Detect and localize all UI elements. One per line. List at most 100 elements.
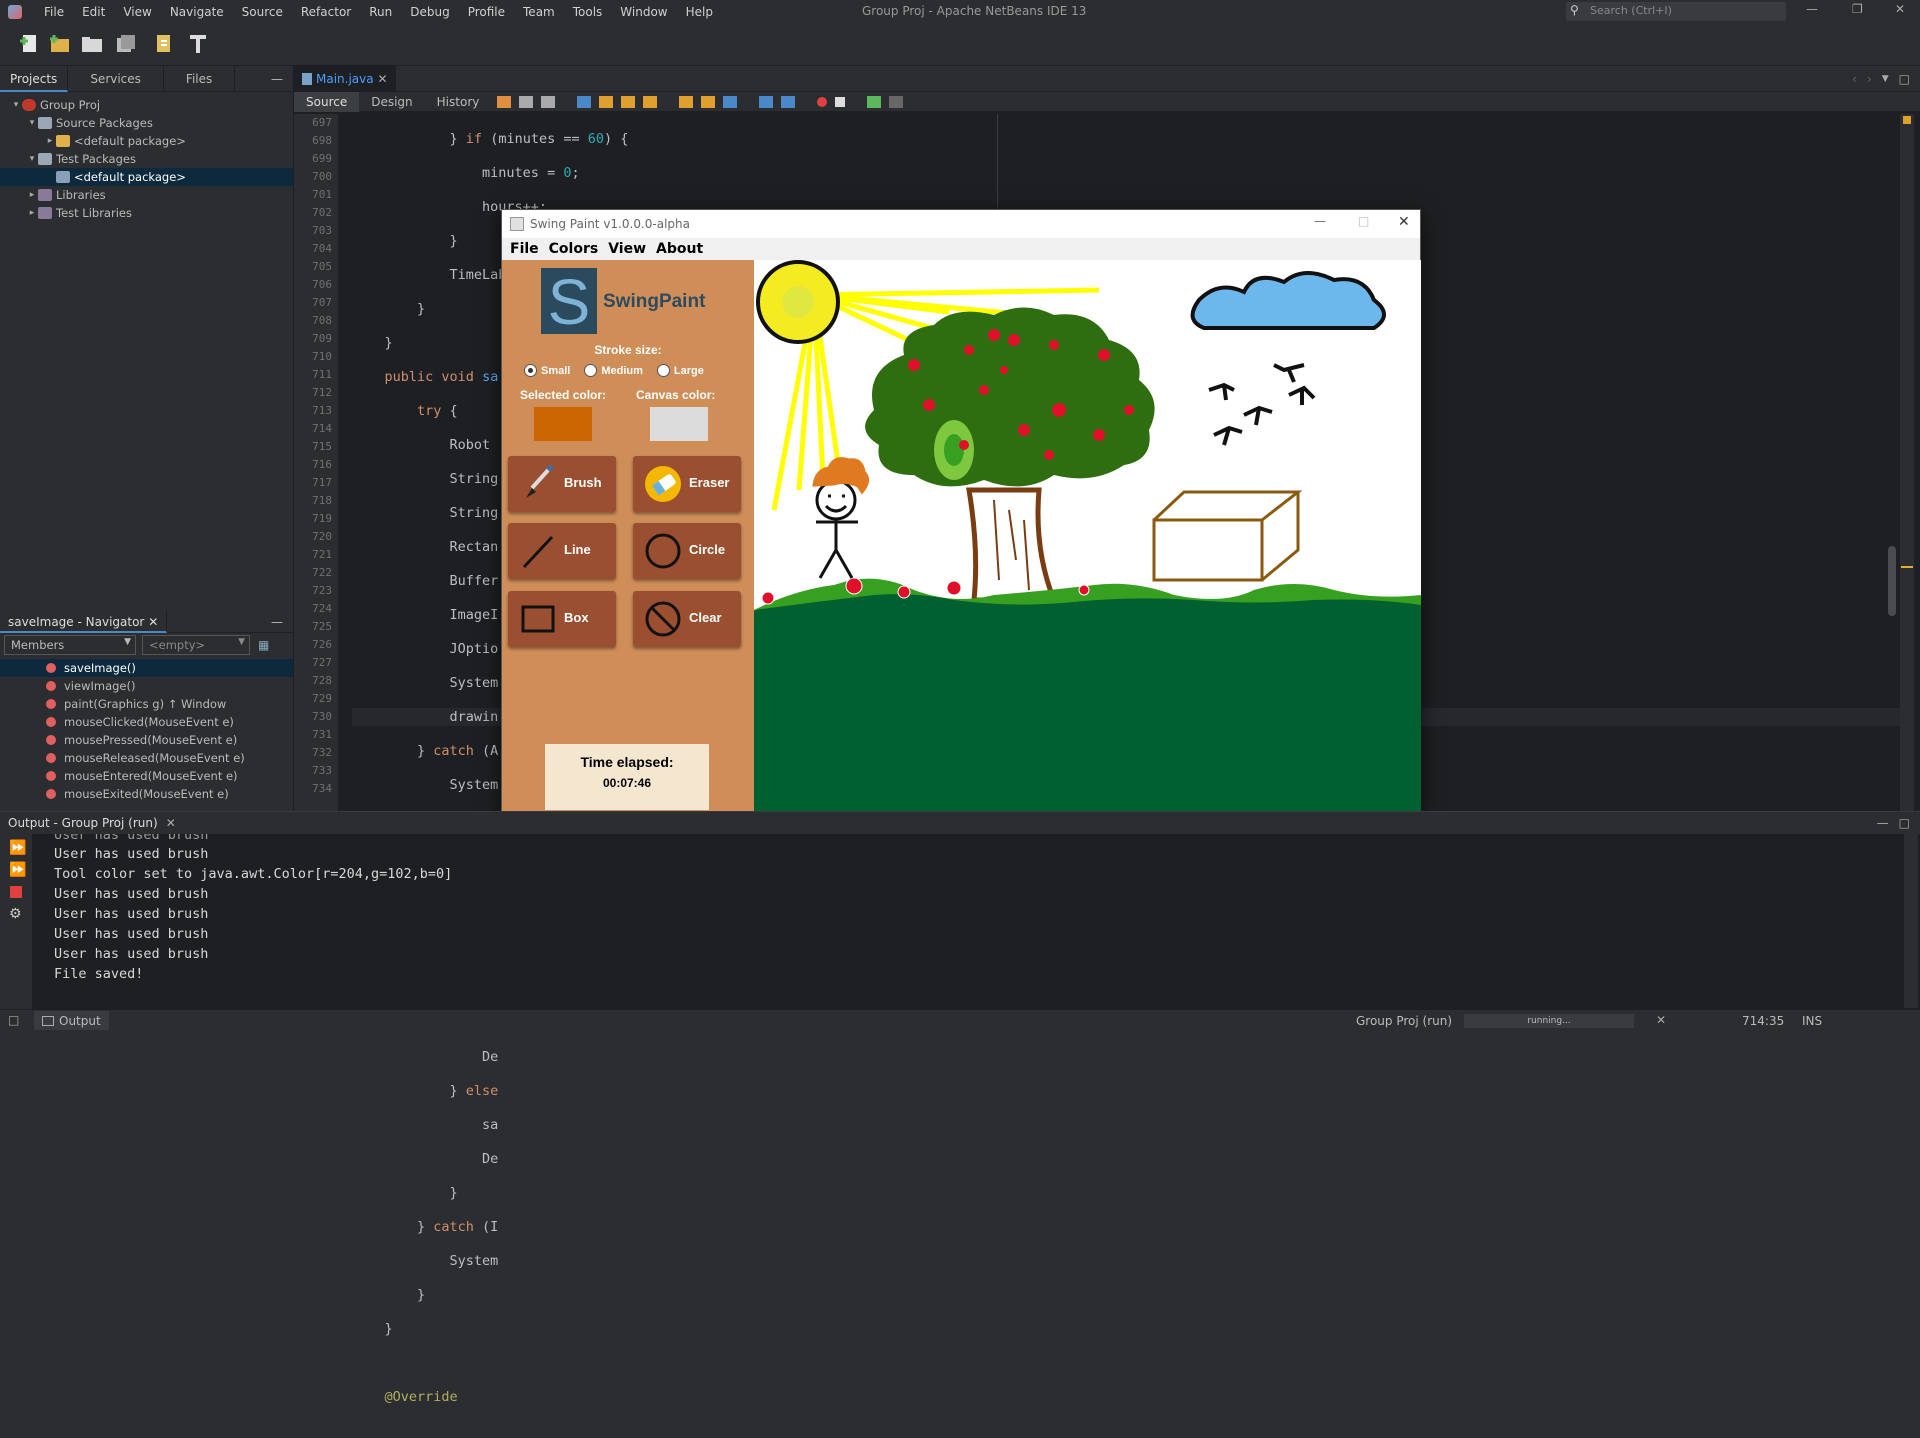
minimize-panel-icon[interactable]: — <box>271 72 283 86</box>
menu-refactor[interactable]: Refactor <box>301 5 351 19</box>
menu-edit[interactable]: Edit <box>82 5 105 19</box>
cancel-process-icon[interactable]: ✕ <box>1656 1013 1666 1027</box>
tab-list-icon[interactable]: ▼ <box>1882 74 1889 84</box>
tab-main-java[interactable]: Main.java ✕ <box>294 65 396 92</box>
rerun-icon[interactable]: ⏩ <box>9 840 26 856</box>
settings-icon[interactable]: ⚙ <box>9 906 22 922</box>
member-item[interactable]: mouseEntered(MouseEvent e) <box>0 767 293 785</box>
brush-button[interactable]: Brush <box>508 456 616 512</box>
member-item[interactable]: mousePressed(MouseEvent e) <box>0 731 293 749</box>
toggle-bookmark-icon[interactable] <box>723 95 738 108</box>
stroke-large-radio[interactable]: Large <box>656 364 704 377</box>
member-item[interactable]: mouseReleased(MouseEvent e) <box>0 749 293 767</box>
swing-menu-colors[interactable]: Colors <box>549 241 599 257</box>
menu-file[interactable]: File <box>44 5 64 19</box>
line-button[interactable]: Line <box>508 523 616 579</box>
menu-profile[interactable]: Profile <box>468 5 505 19</box>
forward-icon[interactable] <box>519 95 534 108</box>
tab-projects[interactable]: Projects <box>0 65 69 92</box>
maximize-button[interactable]: ❐ <box>1852 2 1863 16</box>
members-dropdown[interactable]: Members ▼ <box>4 635 136 655</box>
expanded-arrow-icon[interactable]: ▾ <box>26 114 38 132</box>
member-item[interactable]: mouseClicked(MouseEvent e) <box>0 713 293 731</box>
find-selection-icon[interactable] <box>621 95 636 108</box>
eraser-button[interactable]: Eraser <box>633 456 741 512</box>
swing-maximize-button[interactable]: □ <box>1358 214 1369 228</box>
expanded-arrow-icon[interactable]: ▾ <box>10 96 22 114</box>
tab-history[interactable]: History <box>425 92 492 112</box>
maximize-panel-icon[interactable]: □ <box>1899 816 1910 830</box>
tab-services[interactable]: Services <box>68 65 164 92</box>
tree-item-default-package[interactable]: ▸ <default package> <box>0 132 293 150</box>
member-item[interactable]: saveImage() <box>0 659 293 677</box>
maximize-editor-icon[interactable]: □ <box>1899 72 1910 86</box>
stop-icon[interactable] <box>10 886 22 898</box>
swing-menu-view[interactable]: View <box>608 241 646 257</box>
new-project-icon[interactable] <box>48 32 72 56</box>
swing-menu-file[interactable]: File <box>510 241 539 257</box>
close-tab-icon[interactable]: ✕ <box>166 816 176 830</box>
search-box[interactable]: ⚲ Search (Ctrl+I) <box>1566 2 1786 21</box>
scroll-left-icon[interactable]: ‹ <box>1852 72 1857 86</box>
menu-source[interactable]: Source <box>242 5 283 19</box>
minimize-panel-icon[interactable]: — <box>1877 816 1889 830</box>
notifications-icon[interactable]: □ <box>8 1013 19 1027</box>
expanded-arrow-icon[interactable]: ▾ <box>26 150 38 168</box>
member-item[interactable]: viewImage() <box>0 677 293 695</box>
stop-macro-icon[interactable] <box>835 96 846 107</box>
tab-files[interactable]: Files <box>164 65 236 92</box>
start-macro-icon[interactable] <box>817 96 828 107</box>
tree-item-group-proj[interactable]: ▾ Group Proj <box>0 96 293 114</box>
collapsed-arrow-icon[interactable]: ▸ <box>44 132 56 150</box>
shift-left-icon[interactable] <box>759 95 774 108</box>
tree-item-test-packages[interactable]: ▾ Test Packages <box>0 150 293 168</box>
last-edit-icon[interactable] <box>541 95 556 108</box>
menu-team[interactable]: Team <box>523 5 555 19</box>
prev-bookmark-icon[interactable] <box>679 95 694 108</box>
stroke-small-radio[interactable]: Small <box>524 364 570 377</box>
tree-item-default-package-test[interactable]: <default package> <box>0 168 293 186</box>
menu-debug[interactable]: Debug <box>410 5 449 19</box>
close-button[interactable]: ✕ <box>1895 2 1905 16</box>
collapsed-arrow-icon[interactable]: ▸ <box>26 204 38 222</box>
menu-view[interactable]: View <box>123 5 151 19</box>
output-console[interactable]: User has used brush User has used brush … <box>54 834 452 984</box>
back-icon[interactable] <box>497 95 512 108</box>
rerun-with-options-icon[interactable]: ⏩ <box>9 862 26 878</box>
output-scrollbar[interactable] <box>1904 834 1918 1008</box>
open-project-icon[interactable] <box>80 32 104 56</box>
shift-right-icon[interactable] <box>781 95 796 108</box>
member-item[interactable]: mouseExited(MouseEvent e) <box>0 785 293 803</box>
filter-icon[interactable]: ▦ <box>258 638 269 652</box>
circle-button[interactable]: Circle <box>633 523 741 579</box>
menu-run[interactable]: Run <box>369 5 392 19</box>
menu-window[interactable]: Window <box>620 5 667 19</box>
comment-icon[interactable] <box>867 95 882 108</box>
clear-button[interactable]: Clear <box>633 591 741 647</box>
build-icon[interactable] <box>152 32 176 56</box>
scroll-right-icon[interactable]: › <box>1867 72 1872 86</box>
tab-navigator[interactable]: saveImage - Navigator ✕ <box>0 610 168 633</box>
tab-design[interactable]: Design <box>359 92 424 112</box>
find-next-icon[interactable] <box>599 95 614 108</box>
next-bookmark-icon[interactable] <box>701 95 716 108</box>
close-tab-icon[interactable]: ✕ <box>377 72 387 86</box>
swing-close-button[interactable]: ✕ <box>1398 214 1410 230</box>
new-file-icon[interactable] <box>18 32 42 56</box>
tab-source[interactable]: Source <box>294 91 360 112</box>
collapsed-arrow-icon[interactable]: ▸ <box>26 186 38 204</box>
menu-tools[interactable]: Tools <box>573 5 603 19</box>
menu-navigate[interactable]: Navigate <box>170 5 224 19</box>
member-item[interactable]: paint(Graphics g) ↑ Window <box>0 695 293 713</box>
toggle-highlight-icon[interactable] <box>643 95 658 108</box>
stroke-medium-radio[interactable]: Medium <box>584 364 643 377</box>
warning-marker[interactable] <box>1903 116 1911 124</box>
drawing-canvas[interactable] <box>754 260 1421 816</box>
vertical-scrollbar[interactable] <box>1888 546 1896 616</box>
clean-build-icon[interactable] <box>186 32 210 56</box>
canvas-color-swatch[interactable] <box>650 407 708 441</box>
swing-minimize-button[interactable]: — <box>1314 214 1326 228</box>
find-previous-icon[interactable] <box>577 95 592 108</box>
save-all-icon[interactable] <box>114 32 138 56</box>
minimize-button[interactable]: — <box>1806 2 1818 16</box>
